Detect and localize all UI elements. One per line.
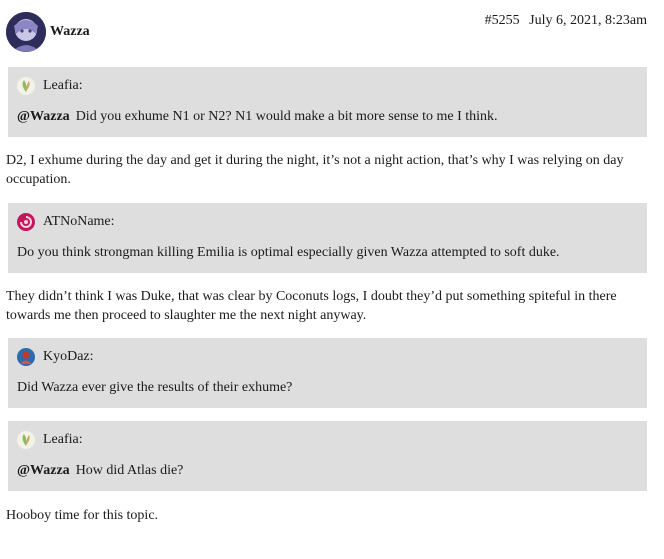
- red-swirl-avatar-icon: [17, 213, 35, 231]
- leaf-avatar-icon: [17, 431, 35, 449]
- person-avatar-icon: [17, 348, 35, 366]
- quote-author-name: KyoDaz:: [43, 349, 94, 364]
- user-avatar[interactable]: [6, 12, 46, 52]
- quote-block: Leafia: @Wazza How did Atlas die?: [8, 421, 647, 491]
- post-meta: #5255 July 6, 2021, 8:23am: [485, 13, 647, 29]
- user-mention[interactable]: @Wazza: [17, 109, 70, 124]
- quote-author-name: ATNoName:: [43, 214, 115, 229]
- leaf-avatar-icon: [17, 77, 35, 95]
- quote-text: Did Wazza ever give the results of their…: [17, 380, 293, 395]
- quote-author[interactable]: Leafia:: [17, 431, 83, 449]
- quote-text: @Wazza How did Atlas die?: [17, 463, 184, 478]
- post-paragraph: They didn’t think I was Duke, that was c…: [6, 289, 617, 323]
- post-paragraph: Hooboy time for this topic.: [6, 508, 159, 523]
- quote-block: ATNoName: Do you think strongman killing…: [8, 203, 647, 273]
- quote-block: KyoDaz: Did Wazza ever give the results …: [8, 338, 647, 408]
- quote-author-name: Leafia:: [43, 432, 83, 447]
- quote-block: Leafia: @Wazza Did you exhume N1 or N2? N…: [8, 67, 647, 137]
- user-mention[interactable]: @Wazza: [17, 463, 70, 478]
- post-date[interactable]: July 6, 2021, 8:23am: [529, 13, 647, 28]
- quote-author[interactable]: KyoDaz:: [17, 348, 94, 366]
- post-number[interactable]: #5255: [485, 13, 520, 28]
- quote-author[interactable]: Leafia:: [17, 77, 83, 95]
- quote-text: Do you think strongman killing Emilia is…: [17, 245, 560, 260]
- quote-author-name: Leafia:: [43, 78, 83, 93]
- post-header: Wazza #5255 July 6, 2021, 8:23am: [0, 0, 664, 60]
- post-paragraph: D2, I exhume during the day and get it d…: [6, 153, 624, 187]
- quote-text: @Wazza Did you exhume N1 or N2? N1 would …: [17, 109, 498, 124]
- post-author[interactable]: Wazza: [50, 24, 90, 40]
- quote-author[interactable]: ATNoName:: [17, 213, 115, 231]
